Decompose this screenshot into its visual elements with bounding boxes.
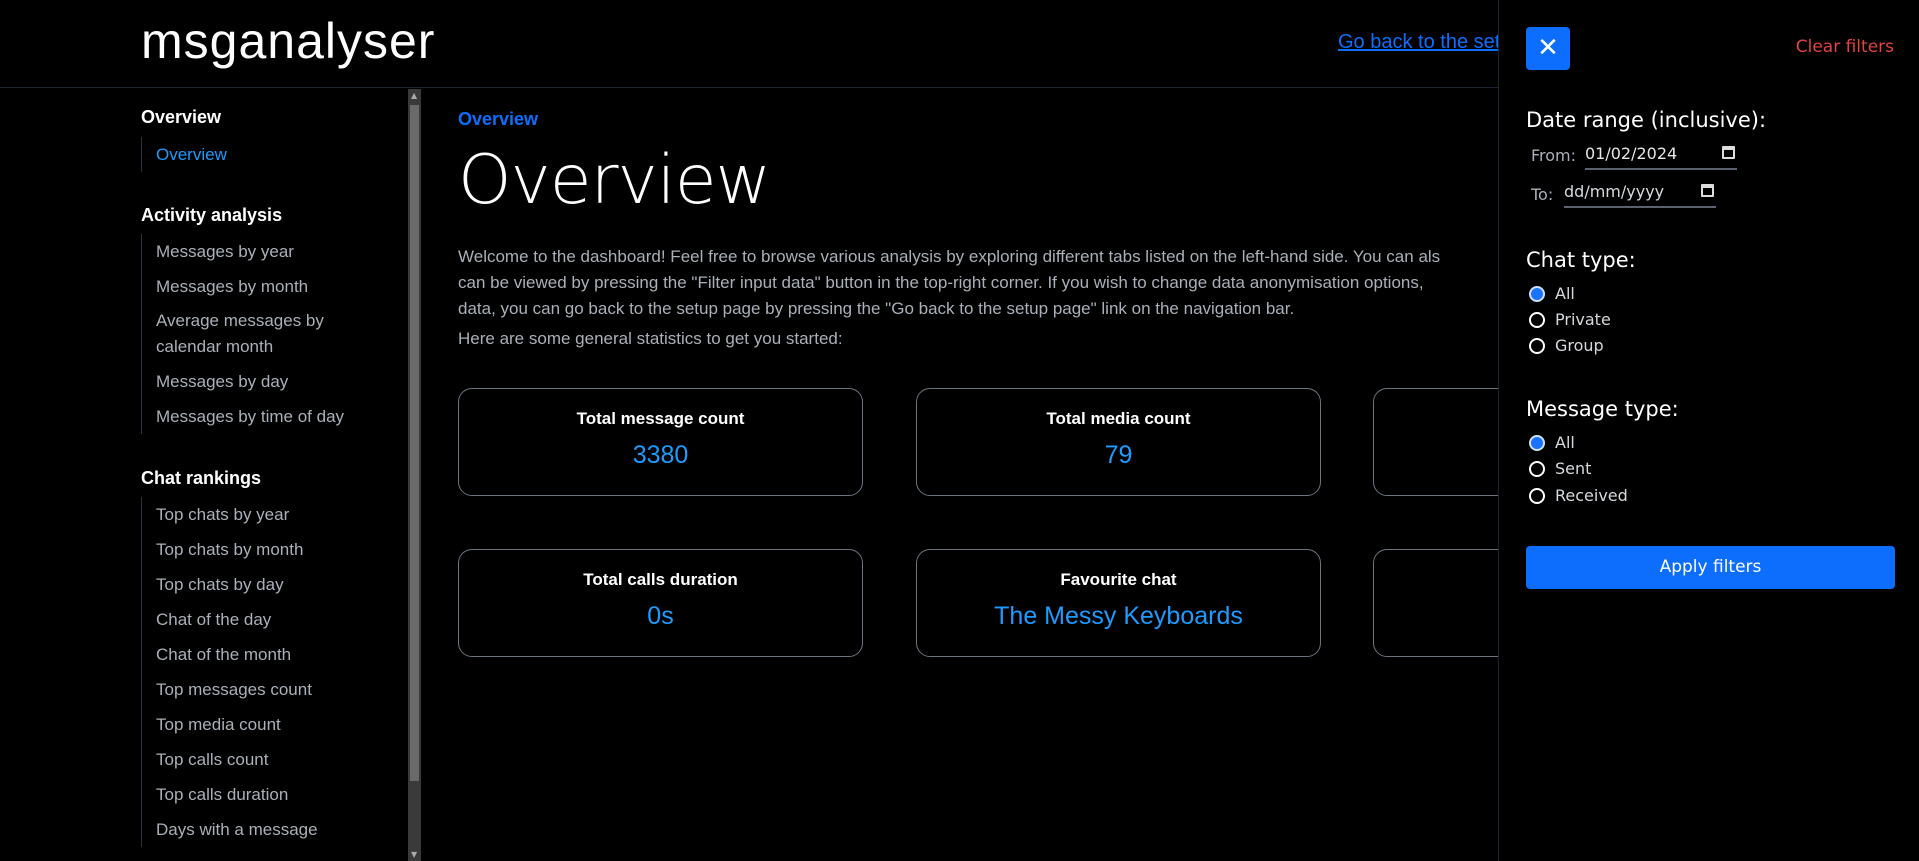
sidebar-item[interactable]: Chat of the day <box>142 602 401 637</box>
stat-card: Total media count 79 <box>916 388 1321 496</box>
chat-type-label: Chat type: <box>1526 248 1636 272</box>
radio-icon[interactable] <box>1529 337 1545 354</box>
stat-value: 0s <box>647 602 674 630</box>
sidebar-scrollbar[interactable]: ▲ ▼ <box>408 89 421 861</box>
from-date-input[interactable]: 01/02/2024 <box>1585 144 1737 170</box>
intro-line: data, you can go back to the setup page … <box>458 299 1295 318</box>
radio-label: Group <box>1555 336 1604 355</box>
sidebar-group: Top chats by year Top chats by month Top… <box>141 497 401 847</box>
sidebar-item[interactable]: Messages by year <box>142 234 401 269</box>
stat-title: Favourite chat <box>1060 570 1177 589</box>
message-type-label: Message type: <box>1526 397 1679 421</box>
scrollbar-thumb[interactable] <box>410 105 419 781</box>
to-date-input[interactable]: dd/mm/yyyy <box>1564 182 1716 208</box>
scroll-down-icon[interactable]: ▼ <box>411 850 417 859</box>
sidebar-heading: Activity analysis <box>141 205 283 225</box>
radio-label: Sent <box>1555 459 1592 478</box>
stat-card: Favourite chat The Messy Keyboards <box>916 549 1321 657</box>
stat-card: Total message count 3380 <box>458 388 863 496</box>
radio-icon[interactable] <box>1529 487 1545 504</box>
to-label: To: <box>1531 185 1554 204</box>
stat-title: Total media count <box>1046 409 1191 428</box>
stat-title: Total calls duration <box>583 570 738 589</box>
sidebar-item[interactable]: Messages by time of day <box>142 399 401 434</box>
sidebar-item[interactable]: Top chats by month <box>142 532 401 567</box>
from-date-value: 01/02/2024 <box>1585 144 1678 163</box>
close-icon: ✕ <box>1537 33 1559 63</box>
sidebar: Overview Overview Activity analysis Mess… <box>0 89 408 861</box>
sidebar-item[interactable]: Chat of the month <box>142 637 401 672</box>
calendar-icon[interactable] <box>1722 146 1735 159</box>
filter-panel: ✕ Clear filters Date range (inclusive): … <box>1498 0 1919 861</box>
intro-line: can be viewed by pressing the "Filter in… <box>458 273 1424 292</box>
sidebar-item[interactable]: Average messages by calendar month <box>142 304 362 364</box>
radio-checked-icon[interactable] <box>1529 285 1545 302</box>
sidebar-item[interactable]: Top calls count <box>142 742 401 777</box>
close-button[interactable]: ✕ <box>1526 27 1570 70</box>
stat-value: 79 <box>1104 441 1133 469</box>
chat-type-all-radio[interactable]: All <box>1529 284 1575 303</box>
sidebar-heading: Overview <box>141 107 222 127</box>
page-title: Overview <box>458 141 771 220</box>
sidebar-item[interactable]: Top calls duration <box>142 777 401 812</box>
radio-label: Received <box>1555 486 1628 505</box>
message-type-received-radio[interactable]: Received <box>1529 486 1628 505</box>
chat-type-private-radio[interactable]: Private <box>1529 310 1611 329</box>
breadcrumb[interactable]: Overview <box>458 109 538 130</box>
calendar-icon[interactable] <box>1701 184 1714 197</box>
radio-label: All <box>1555 433 1575 452</box>
intro-text: Welcome to the dashboard! Feel free to b… <box>458 244 1440 322</box>
stat-title: Total message count <box>576 409 745 428</box>
clear-filters-link[interactable]: Clear filters <box>1796 37 1894 57</box>
sidebar-item[interactable]: Top media count <box>142 707 401 742</box>
from-label: From: <box>1531 146 1577 165</box>
apply-filters-button[interactable]: Apply filters <box>1526 546 1895 589</box>
stat-card: Total calls duration 0s <box>458 549 863 657</box>
date-range-label: Date range (inclusive): <box>1526 108 1767 132</box>
to-date-placeholder: dd/mm/yyyy <box>1564 182 1665 201</box>
sidebar-item[interactable]: Top chats by year <box>142 497 401 532</box>
message-type-sent-radio[interactable]: Sent <box>1529 459 1591 478</box>
sidebar-item[interactable]: Days with a message <box>142 812 401 847</box>
app-logo[interactable]: msganalyser <box>141 12 435 70</box>
radio-label: All <box>1555 284 1575 303</box>
radio-checked-icon[interactable] <box>1529 434 1545 451</box>
intro-line: Welcome to the dashboard! Feel free to b… <box>458 247 1441 266</box>
sidebar-item[interactable]: Top messages count <box>142 672 401 707</box>
sidebar-group: Overview <box>141 137 401 172</box>
stats-intro: Here are some general statistics to get … <box>458 329 843 348</box>
sidebar-heading: Chat rankings <box>141 468 262 488</box>
sidebar-item[interactable]: Messages by day <box>142 364 401 399</box>
sidebar-item[interactable]: Messages by month <box>142 269 401 304</box>
sidebar-group: Messages by year Messages by month Avera… <box>141 234 401 434</box>
message-type-all-radio[interactable]: All <box>1529 433 1575 452</box>
stat-value: The Messy Keyboards <box>994 602 1243 630</box>
scroll-up-icon[interactable]: ▲ <box>411 91 417 100</box>
radio-icon[interactable] <box>1529 311 1545 328</box>
radio-icon[interactable] <box>1529 460 1545 477</box>
sidebar-item-overview[interactable]: Overview <box>142 137 401 172</box>
sidebar-item[interactable]: Top chats by day <box>142 567 401 602</box>
stat-value: 3380 <box>632 441 689 469</box>
chat-type-group-radio[interactable]: Group <box>1529 336 1604 355</box>
radio-label: Private <box>1555 310 1611 329</box>
